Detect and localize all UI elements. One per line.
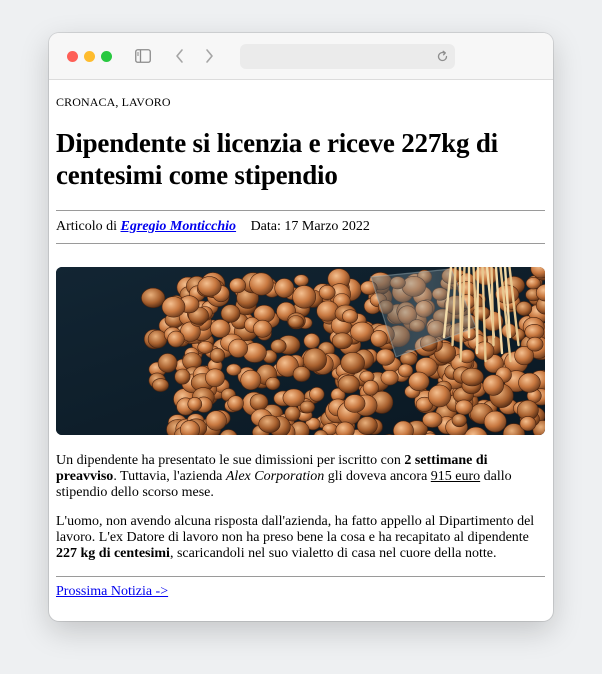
author-link[interactable]: Egregio Monticchio bbox=[121, 219, 237, 234]
date-label: Data: bbox=[250, 219, 281, 234]
coins-weight: 227 kg di centesimi bbox=[56, 546, 170, 561]
divider bbox=[56, 243, 545, 244]
coin bbox=[226, 363, 242, 376]
coin bbox=[455, 399, 473, 416]
coin bbox=[397, 363, 414, 378]
address-bar[interactable] bbox=[240, 44, 455, 69]
article-paragraph: Un dipendente ha presentato le sue dimis… bbox=[56, 453, 542, 501]
coin bbox=[265, 376, 281, 391]
paragraph-text: gli doveva ancora bbox=[324, 469, 431, 484]
reload-icon[interactable] bbox=[436, 50, 449, 63]
close-window-button[interactable] bbox=[67, 51, 78, 62]
coin bbox=[187, 397, 203, 412]
coin bbox=[141, 287, 166, 308]
coin bbox=[258, 415, 281, 434]
coin bbox=[161, 296, 186, 318]
paragraph-text: . Tuttavia, l'azienda bbox=[113, 469, 226, 484]
coin bbox=[227, 395, 244, 412]
chevron-right-icon[interactable] bbox=[202, 48, 216, 64]
coin bbox=[482, 374, 504, 396]
coin bbox=[205, 410, 227, 431]
coin bbox=[342, 309, 359, 324]
coins-photo bbox=[56, 267, 545, 435]
coin bbox=[519, 416, 537, 432]
browser-toolbar bbox=[49, 33, 553, 80]
article-paragraph: L'uomo, non avendo alcuna risposta dall'… bbox=[56, 514, 542, 562]
coin bbox=[174, 368, 191, 385]
hero-image bbox=[56, 267, 545, 435]
coin bbox=[344, 394, 366, 413]
coin bbox=[408, 371, 430, 391]
coin bbox=[318, 284, 336, 300]
coin bbox=[340, 352, 365, 375]
divider bbox=[56, 210, 545, 211]
chevron-left-icon[interactable] bbox=[173, 48, 187, 64]
coin bbox=[380, 369, 399, 386]
sidebar-toggle-icon[interactable] bbox=[135, 49, 151, 63]
coin bbox=[249, 393, 269, 411]
zoom-window-button[interactable] bbox=[101, 51, 112, 62]
minimize-window-button[interactable] bbox=[84, 51, 95, 62]
coin bbox=[375, 348, 395, 366]
coin bbox=[270, 339, 287, 354]
paragraph-text: , scaricandoli nel suo vialetto di casa … bbox=[169, 546, 497, 561]
coin bbox=[422, 411, 443, 428]
coin bbox=[526, 336, 544, 352]
company-name: Alex Corporation bbox=[225, 469, 325, 484]
straw bbox=[475, 267, 480, 355]
coin bbox=[331, 332, 353, 350]
coin bbox=[157, 353, 178, 373]
coin bbox=[287, 315, 304, 329]
article-title: Dipendente si licenzia e riceve 227kg di… bbox=[56, 128, 498, 190]
amount-owed: 915 euro bbox=[430, 469, 481, 484]
byline: Articolo di Egregio Monticchio Data: 17 … bbox=[56, 219, 370, 235]
coin bbox=[451, 413, 467, 428]
date-value: 17 Marzo 2022 bbox=[284, 219, 370, 234]
coin bbox=[350, 321, 375, 343]
coin bbox=[249, 272, 274, 296]
paragraph-text: L'uomo, non avendo alcuna risposta dall'… bbox=[56, 514, 535, 545]
coin bbox=[228, 338, 249, 358]
byline-prefix: Articolo di bbox=[56, 219, 118, 234]
coin bbox=[362, 380, 379, 396]
coin bbox=[147, 329, 168, 349]
coin bbox=[293, 274, 309, 287]
browser-window: CRONACA, LAVORO Dipendente si licenzia e… bbox=[49, 33, 553, 621]
divider bbox=[56, 576, 545, 577]
coin bbox=[240, 369, 262, 391]
coin bbox=[252, 319, 273, 338]
coin bbox=[197, 340, 214, 354]
article-category: CRONACA, LAVORO bbox=[56, 95, 171, 109]
coin bbox=[152, 378, 169, 392]
article: CRONACA, LAVORO Dipendente si licenzia e… bbox=[56, 79, 546, 621]
coin bbox=[299, 400, 315, 414]
paragraph-text: Un dipendente ha presentato le sue dimis… bbox=[56, 453, 405, 468]
coin bbox=[525, 277, 541, 290]
coin bbox=[229, 277, 247, 294]
coin bbox=[197, 276, 222, 297]
coin bbox=[460, 367, 484, 387]
coin bbox=[205, 368, 225, 388]
coin bbox=[337, 374, 360, 394]
next-article-link[interactable]: Prossima Notizia -> bbox=[56, 584, 168, 600]
coin bbox=[210, 319, 231, 338]
coin bbox=[292, 285, 317, 309]
coin bbox=[274, 278, 295, 299]
article-date: Data: 17 Marzo 2022 bbox=[251, 219, 370, 234]
coin bbox=[309, 387, 325, 402]
coin bbox=[483, 410, 507, 433]
coin bbox=[427, 384, 452, 408]
coin bbox=[167, 330, 185, 348]
coin bbox=[302, 347, 327, 372]
coin bbox=[370, 329, 388, 348]
coin bbox=[303, 333, 320, 349]
coin bbox=[356, 416, 378, 435]
coin bbox=[220, 304, 241, 323]
coin bbox=[515, 301, 533, 316]
coin bbox=[518, 372, 541, 393]
